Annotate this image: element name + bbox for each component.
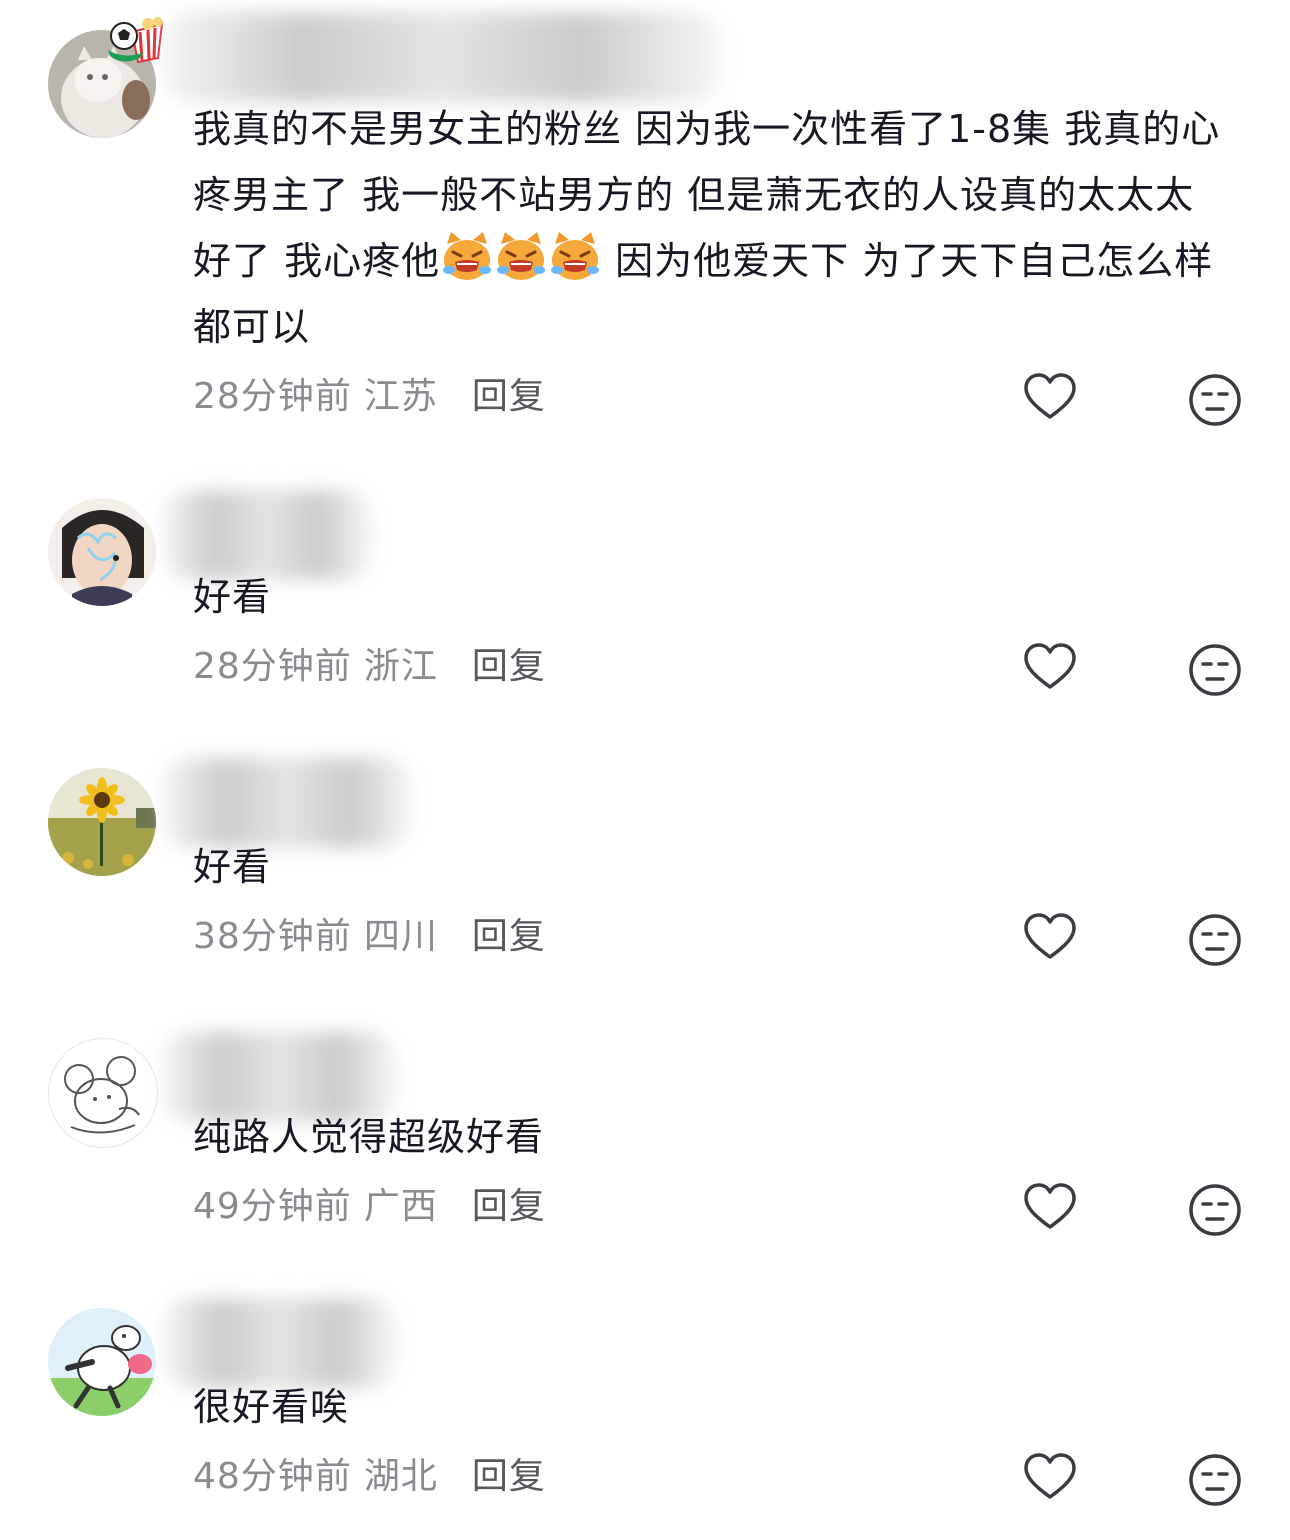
comment-meta: 48分钟前 湖北 回复	[193, 1452, 546, 1502]
comment-time: 28分钟前	[193, 646, 352, 687]
person-portrait-avatar	[48, 498, 156, 606]
mouse-sketch-avatar	[49, 1039, 157, 1147]
comment-text: 我真的不是男女主的粉丝 因为我一次性看了1-8集 我真的心疼男主了 我一般不站男…	[193, 96, 1233, 360]
comment-meta: 28分钟前 江苏 回复	[193, 372, 546, 422]
crying-cat-icon	[497, 232, 546, 280]
user-avatar[interactable]	[48, 1308, 156, 1416]
comment-time: 48分钟前	[193, 1456, 352, 1497]
unamused-face-icon[interactable]	[1187, 372, 1243, 428]
comment-text: 好看	[193, 575, 272, 619]
heart-icon[interactable]	[1022, 1180, 1078, 1236]
reply-button[interactable]: 回复	[472, 1186, 546, 1227]
reply-button[interactable]: 回复	[472, 916, 546, 957]
unamused-face-icon[interactable]	[1187, 1452, 1243, 1508]
comment-text: 纯路人觉得超级好看	[193, 1115, 545, 1159]
user-avatar[interactable]	[48, 498, 156, 606]
heart-icon[interactable]	[1022, 370, 1078, 426]
comment-time: 49分钟前	[193, 1186, 352, 1227]
unamused-face-icon[interactable]	[1187, 642, 1243, 698]
comment-time: 38分钟前	[193, 916, 352, 957]
reply-button[interactable]: 回复	[472, 376, 546, 417]
unamused-face-icon[interactable]	[1187, 1182, 1243, 1238]
soccer-popcorn-badge-icon	[108, 17, 164, 64]
comment-location: 江苏	[363, 376, 438, 417]
reply-button[interactable]: 回复	[472, 1456, 546, 1497]
comment-location: 四川	[363, 916, 438, 957]
comment-location: 浙江	[363, 646, 438, 687]
comment-meta: 38分钟前 四川 回复	[193, 912, 546, 962]
user-avatar[interactable]	[48, 1038, 158, 1148]
sunflower-avatar	[48, 768, 156, 876]
comment-location: 湖北	[363, 1456, 438, 1497]
comment-location: 广西	[363, 1186, 438, 1227]
comment-text: 很好看唉	[193, 1385, 350, 1429]
reply-button[interactable]: 回复	[472, 646, 546, 687]
comment-meta: 49分钟前 广西 回复	[193, 1182, 546, 1232]
username-blurred	[162, 12, 722, 102]
comment-text: 好看	[193, 845, 272, 889]
heart-icon[interactable]	[1022, 640, 1078, 696]
heart-icon[interactable]	[1022, 910, 1078, 966]
comment-meta: 28分钟前 浙江 回复	[193, 642, 546, 692]
crying-cat-icon	[443, 232, 492, 280]
cartoon-rabbit-avatar	[48, 1308, 156, 1416]
comment-time: 28分钟前	[193, 376, 352, 417]
crying-cat-icon	[551, 232, 600, 280]
user-avatar[interactable]	[48, 768, 156, 876]
heart-icon[interactable]	[1022, 1450, 1078, 1506]
unamused-face-icon[interactable]	[1187, 912, 1243, 968]
